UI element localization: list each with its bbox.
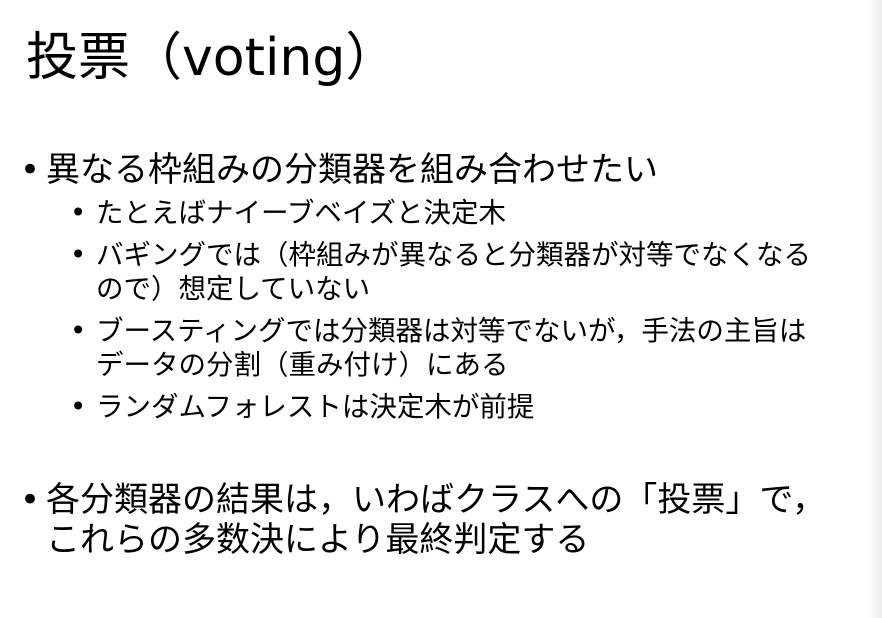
sub-bullet-4: • ランダムフォレストは決定木が前提 (70, 390, 534, 424)
bullet-marker: • (70, 315, 87, 347)
sub-bullet-4-text: ランダムフォレストは決定木が前提 (96, 391, 535, 423)
edge-shadow (868, 0, 882, 618)
bullet-marker: • (70, 239, 87, 271)
sub-bullet-1: • たとえばナイーブベイズと決定木 (70, 196, 506, 230)
sub-bullet-3: • ブースティングでは分類器は対等でないが，手法の主旨は データの分割（重み付け）… (70, 314, 806, 382)
slide-title: 投票（voting） (26, 28, 398, 88)
bullet-2: • 各分類器の結果は，いわばクラスへの「投票」で， これらの多数決により最終判定す… (20, 480, 826, 560)
sub-bullet-3-line-1: ブースティングでは分類器は対等でないが，手法の主旨は (96, 315, 807, 347)
bullet-2-line-2: これらの多数決により最終判定する (46, 520, 590, 560)
bullet-1: • 異なる枠組みの分類器を組み合わせたい (20, 150, 658, 190)
bullet-1-text: 異なる枠組みの分類器を組み合わせたい (46, 150, 658, 190)
bullet-marker: • (70, 391, 87, 423)
sub-bullet-2-line-1: バギングでは（枠組みが異なると分類器が対等でなくなる (96, 239, 811, 271)
sub-bullet-2: • バギングでは（枠組みが異なると分類器が対等でなくなる ので）想定していない (70, 238, 811, 306)
bullet-marker: • (20, 150, 41, 190)
slide: 投票（voting） • 異なる枠組みの分類器を組み合わせたい • たとえばナイーブ… (0, 0, 882, 618)
sub-bullet-2-line-2: ので）想定していない (96, 273, 371, 305)
bullet-marker: • (20, 480, 41, 520)
bullet-marker: • (70, 197, 87, 229)
sub-bullet-1-text: たとえばナイーブベイズと決定木 (96, 197, 507, 229)
bullet-2-line-1: 各分類器の結果は，いわばクラスへの「投票」で， (46, 480, 826, 520)
sub-bullet-3-line-2: データの分割（重み付け）にある (96, 349, 509, 381)
